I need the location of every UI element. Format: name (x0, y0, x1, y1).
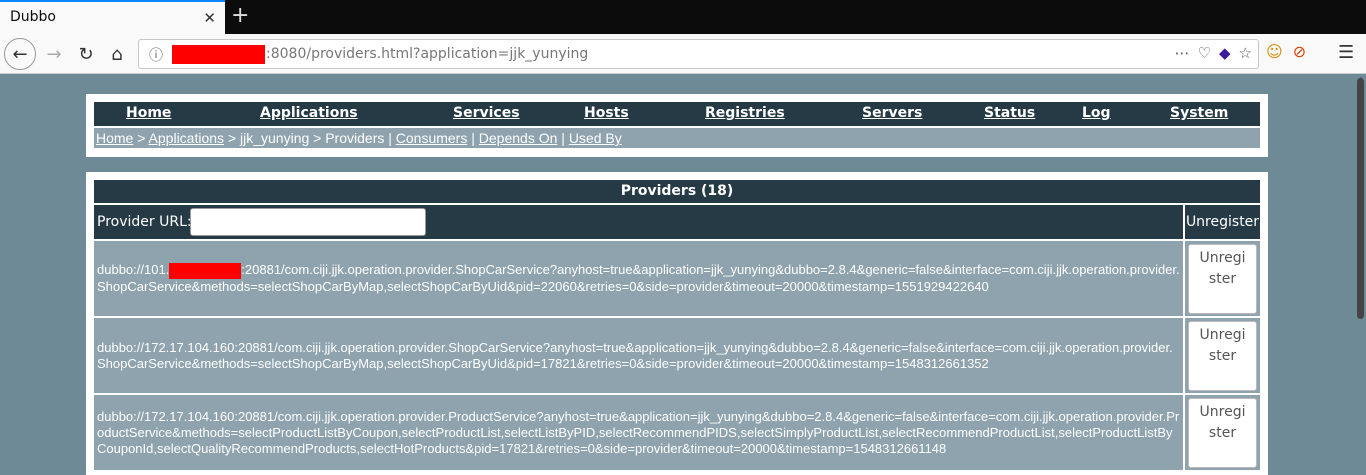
unregister-button[interactable]: Unregister (1188, 397, 1257, 468)
filter-row: Provider URL: (94, 205, 1183, 239)
provider-url[interactable]: dubbo://172.17.104.160:20881/com.ciji.jj… (97, 409, 1180, 457)
filter-label: Provider URL: (97, 214, 192, 230)
link-depends-on[interactable]: Depends On (479, 130, 558, 146)
new-tab-icon[interactable]: + (231, 4, 249, 28)
page-actions-icon[interactable]: ⋯ (1175, 44, 1190, 62)
breadcrumb-applications[interactable]: Applications (149, 130, 225, 146)
close-tab-icon[interactable]: ✕ (203, 9, 216, 27)
provider-url[interactable]: dubbo://101.:20881/com.ciji.jjk.operatio… (97, 262, 1180, 295)
table-row: dubbo://101.:20881/com.ciji.jjk.operatio… (94, 241, 1183, 316)
breadcrumb-sep: | (557, 130, 569, 146)
home-icon[interactable]: ⌂ (105, 34, 129, 74)
breadcrumb-home[interactable]: Home (96, 130, 133, 146)
addon-face-icon[interactable]: ☺ (1266, 42, 1283, 61)
bookmark-star-icon[interactable]: ☆ (1239, 44, 1252, 62)
menu-log[interactable]: Log (1082, 105, 1111, 121)
hamburger-menu-icon[interactable]: ☰ (1338, 42, 1354, 63)
table-row: dubbo://172.17.104.160:20881/com.ciji.jj… (94, 395, 1183, 470)
menu-home[interactable]: Home (126, 105, 171, 121)
tab-title: Dubbo (10, 9, 56, 25)
pocket-icon[interactable]: ♡ (1198, 44, 1211, 62)
navigation-toolbar: ← → ↻ ⌂ ⓘ :8080/providers.html?applicati… (0, 34, 1366, 74)
reload-icon[interactable]: ↻ (74, 34, 98, 74)
breadcrumb-sep: > (133, 130, 149, 146)
menu-services[interactable]: Services (453, 105, 520, 121)
menu-status[interactable]: Status (984, 105, 1035, 121)
extension-icon[interactable]: ◆ (1219, 44, 1231, 62)
tab-bar: Dubbo ✕ + (0, 0, 1366, 34)
redacted-host (172, 45, 265, 64)
table-title: Providers (18) (94, 180, 1260, 203)
browser-tab[interactable]: Dubbo ✕ (0, 0, 225, 34)
table-row: dubbo://172.17.104.160:20881/com.ciji.jj… (94, 318, 1183, 393)
providers-table: Providers (18) Provider URL: Unregister … (86, 172, 1268, 475)
addon-block-icon[interactable]: ⊘ (1293, 42, 1306, 61)
menu-applications[interactable]: Applications (260, 105, 358, 121)
breadcrumb-sep: | (467, 130, 479, 146)
unregister-button[interactable]: Unregister (1188, 320, 1257, 391)
link-used-by[interactable]: Used By (569, 130, 622, 146)
menu-hosts[interactable]: Hosts (584, 105, 629, 121)
link-consumers[interactable]: Consumers (396, 130, 468, 146)
main-menu: Home Applications Services Hosts Registr… (94, 102, 1260, 126)
scrollbar-thumb[interactable] (1357, 78, 1364, 319)
unregister-cell: Unregister (1185, 395, 1260, 470)
unregister-cell: Unregister (1185, 241, 1260, 316)
unregister-cell: Unregister (1185, 318, 1260, 393)
forward-arrow-icon[interactable]: → (42, 34, 66, 74)
back-arrow-icon[interactable]: ← (4, 38, 36, 70)
unregister-column-header: Unregister (1185, 205, 1260, 239)
menu-registries[interactable]: Registries (705, 105, 785, 121)
menu-system[interactable]: System (1170, 105, 1228, 121)
address-bar[interactable]: ⓘ :8080/providers.html?application=jjk_y… (138, 39, 1259, 69)
unregister-button[interactable]: Unregister (1188, 243, 1257, 314)
url-text[interactable]: :8080/providers.html?application=jjk_yun… (266, 46, 588, 62)
redacted-ip (169, 262, 242, 279)
breadcrumb-current: > jjk_yunying > Providers | (224, 130, 396, 146)
menu-servers[interactable]: Servers (862, 105, 922, 121)
nav-panel: Home Applications Services Hosts Registr… (86, 94, 1268, 157)
provider-url-input[interactable] (190, 208, 426, 236)
info-icon[interactable]: ⓘ (149, 45, 163, 65)
provider-url[interactable]: dubbo://172.17.104.160:20881/com.ciji.jj… (97, 340, 1180, 372)
breadcrumb: Home > Applications > jjk_yunying > Prov… (94, 128, 1260, 148)
